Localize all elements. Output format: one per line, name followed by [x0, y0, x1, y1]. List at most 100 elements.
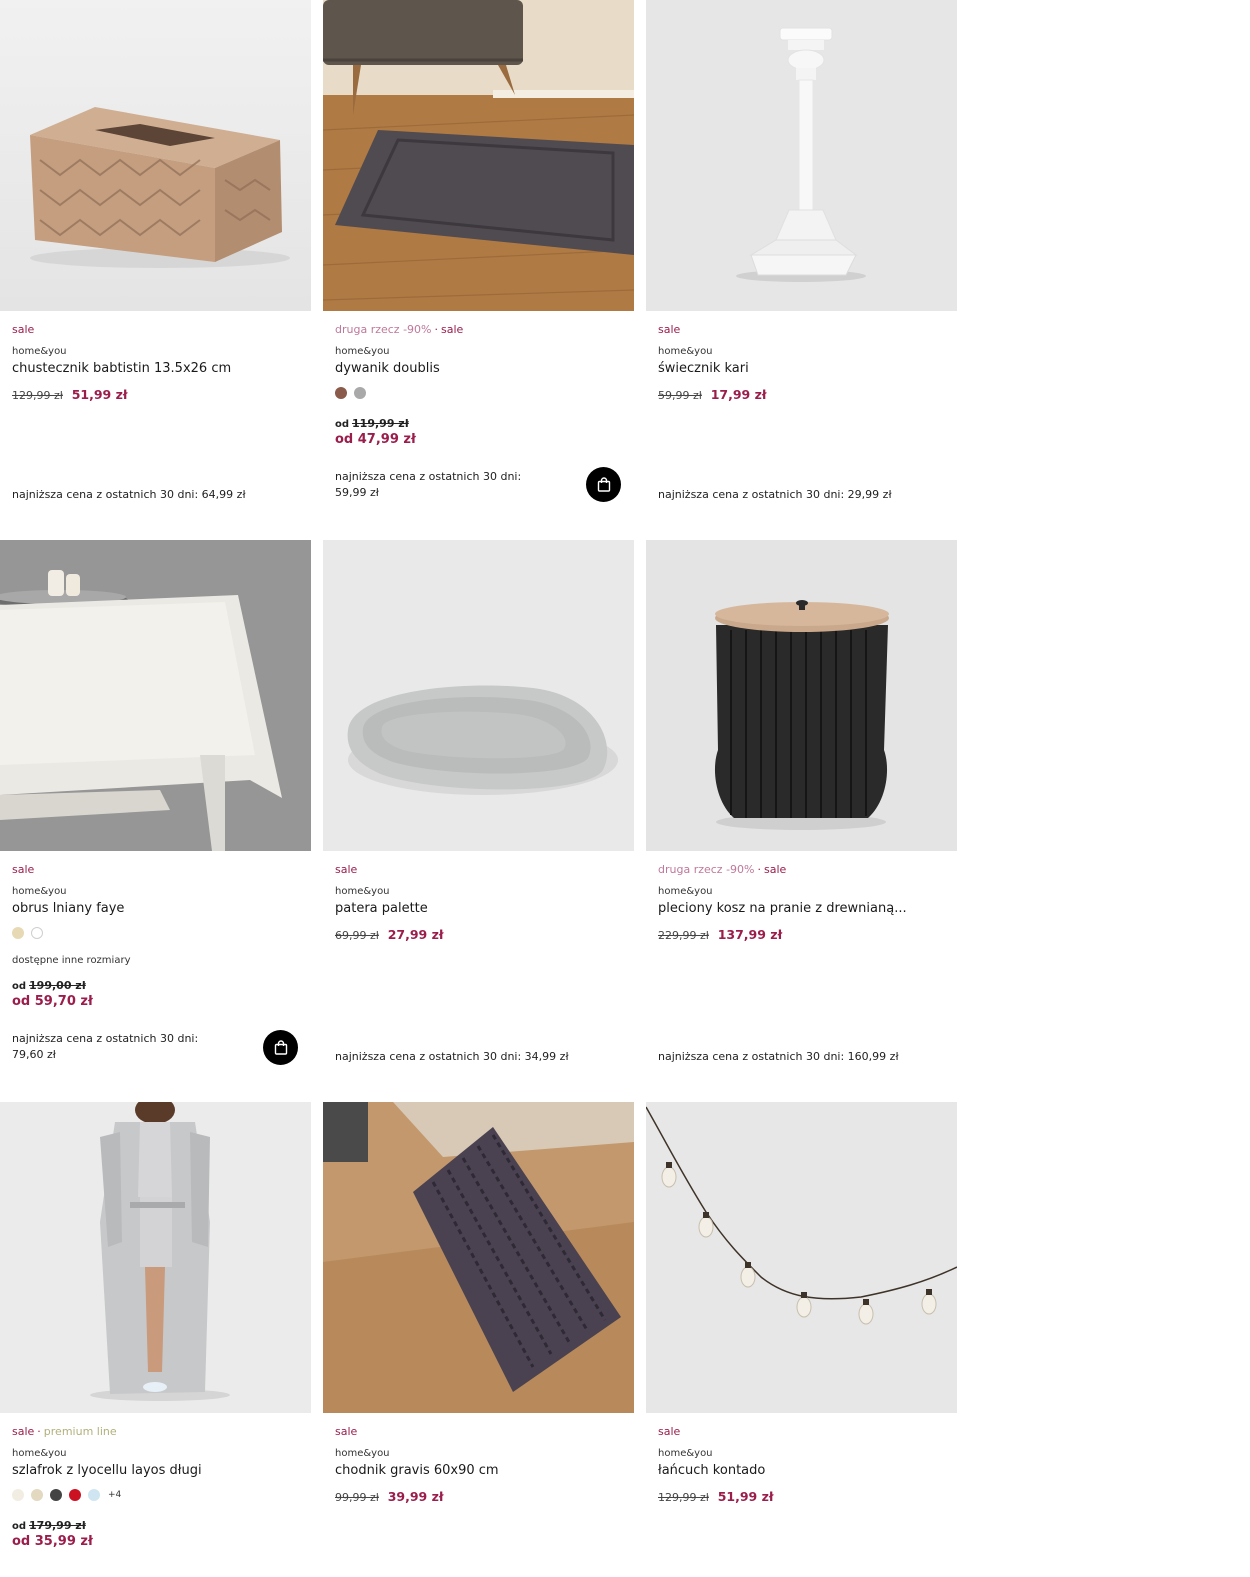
product-image[interactable]	[0, 1102, 311, 1413]
sale-price: 17,99 zł	[710, 387, 767, 402]
product-brand: home&you	[658, 1448, 713, 1459]
tag-sale: sale	[658, 1425, 681, 1438]
old-price: od 179,99 zł	[12, 1519, 86, 1532]
product-card-light-chain[interactable]: sale home&you łańcuch kontado 129,99 zł …	[646, 1102, 957, 1577]
add-to-cart-button[interactable]	[263, 1030, 298, 1065]
tag-sale: sale	[658, 323, 681, 336]
color-swatches: +4	[12, 1489, 121, 1501]
old-price-value: 179,99 zł	[29, 1519, 86, 1532]
product-image[interactable]	[646, 540, 957, 851]
product-image[interactable]	[646, 1102, 957, 1413]
product-brand: home&you	[12, 886, 67, 897]
old-price: 69,99 zł	[335, 929, 379, 942]
color-swatch-beige[interactable]	[31, 1489, 43, 1501]
product-name[interactable]: łańcuch kontado	[658, 1463, 765, 1478]
color-swatch-grey[interactable]	[354, 387, 366, 399]
lowest-price-note: najniższa cena z ostatnich 30 dni: 29,99…	[658, 488, 892, 501]
lowest-price-value: 59,99 zł	[335, 486, 379, 499]
add-to-cart-button[interactable]	[586, 467, 621, 502]
old-price: od 199,00 zł	[12, 979, 86, 992]
product-name[interactable]: chodnik gravis 60x90 cm	[335, 1463, 499, 1478]
product-card-laundry-basket[interactable]: druga rzecz -90% · sale home&you pleciony …	[646, 540, 957, 1082]
old-price: 129,99 zł	[12, 389, 63, 402]
product-name[interactable]: patera palette	[335, 901, 428, 916]
from-label: od	[12, 981, 27, 992]
product-brand: home&you	[12, 346, 67, 357]
product-card-candlestick[interactable]: sale home&you świecznik kari 59,99 zł 17…	[646, 0, 957, 542]
color-swatch-white[interactable]	[31, 927, 43, 939]
product-card-tissue-box[interactable]: sale home&you chustecznik babtistin 13.5…	[0, 0, 311, 542]
product-brand: home&you	[335, 346, 390, 357]
tag-promo: druga rzecz -90%	[335, 323, 432, 336]
product-name[interactable]: chustecznik babtistin 13.5x26 cm	[12, 361, 231, 376]
shopping-bag-icon	[274, 1040, 287, 1055]
lowest-price-note: najniższa cena z ostatnich 30 dni: 64,99…	[12, 488, 246, 501]
product-tags: druga rzecz -90% · sale	[658, 863, 786, 876]
color-swatch-beige[interactable]	[12, 927, 24, 939]
color-swatches	[12, 927, 43, 939]
product-name[interactable]: szlafrok z lyocellu layos długi	[12, 1463, 202, 1478]
tag-sale: sale	[12, 1425, 35, 1438]
product-brand: home&you	[658, 886, 713, 897]
lowest-price-note: najniższa cena z ostatnich 30 dni: 160,9…	[658, 1050, 899, 1063]
product-image[interactable]	[0, 0, 311, 311]
product-image[interactable]	[646, 0, 957, 311]
product-tags: sale	[658, 1425, 680, 1438]
color-swatch-light-blue[interactable]	[88, 1489, 100, 1501]
product-name[interactable]: pleciony kosz na pranie z drewnianą...	[658, 901, 907, 916]
product-price: 59,99 zł 17,99 zł	[658, 387, 767, 402]
product-price: 99,99 zł 39,99 zł	[335, 1489, 444, 1504]
tag-sale: sale	[441, 323, 464, 336]
lowest-price-note: najniższa cena z ostatnich 30 dni: 59,99…	[335, 469, 521, 501]
product-tags: sale	[12, 323, 34, 336]
color-swatch-red[interactable]	[69, 1489, 81, 1501]
product-card-bathrobe[interactable]: sale · premium line home&you szlafrok z ly…	[0, 1102, 311, 1577]
tag-sale: sale	[335, 863, 358, 876]
product-image[interactable]	[323, 540, 634, 851]
product-name[interactable]: dywanik doublis	[335, 361, 440, 376]
product-tags: sale · premium line	[12, 1425, 117, 1438]
product-card-runner[interactable]: sale home&you chodnik gravis 60x90 cm 99…	[323, 1102, 634, 1577]
tag-separator: ·	[37, 1425, 41, 1438]
product-card-bath-mat[interactable]: druga rzecz -90% · sale home&you dywanik d…	[323, 0, 634, 542]
tag-separator: ·	[757, 863, 762, 876]
more-colors-count[interactable]: +4	[108, 1490, 121, 1500]
product-brand: home&you	[335, 886, 390, 897]
tag-sale: sale	[764, 863, 787, 876]
product-tags: sale	[658, 323, 680, 336]
lowest-price-label: najniższa cena z ostatnich 30 dni:	[335, 470, 522, 483]
product-card-platter[interactable]: sale home&you patera palette 69,99 zł 27…	[323, 540, 634, 1082]
product-name[interactable]: obrus lniany faye	[12, 901, 124, 916]
product-tags: sale	[335, 863, 357, 876]
product-image[interactable]	[0, 540, 311, 851]
old-price: 129,99 zł	[658, 1491, 709, 1504]
sale-price: 51,99 zł	[717, 1489, 774, 1504]
sale-price: 27,99 zł	[387, 927, 444, 942]
product-price: 129,99 zł 51,99 zł	[12, 387, 128, 402]
color-swatch-graphite[interactable]	[50, 1489, 62, 1501]
tag-sale: sale	[12, 863, 35, 876]
old-price: 99,99 zł	[335, 1491, 379, 1504]
product-image[interactable]	[323, 0, 634, 311]
product-brand: home&you	[658, 346, 713, 357]
old-price: 59,99 zł	[658, 389, 702, 402]
old-price: 229,99 zł	[658, 929, 709, 942]
sale-price: 51,99 zł	[71, 387, 128, 402]
color-swatch-cream[interactable]	[12, 1489, 24, 1501]
sale-price: od 47,99 zł	[335, 432, 416, 447]
product-image[interactable]	[323, 1102, 634, 1413]
product-brand: home&you	[335, 1448, 390, 1459]
color-swatch-brown[interactable]	[335, 387, 347, 399]
product-card-tablecloth[interactable]: sale home&you obrus lniany faye dostępne…	[0, 540, 311, 1082]
product-name[interactable]: świecznik kari	[658, 361, 749, 376]
product-price: 69,99 zł 27,99 zł	[335, 927, 444, 942]
product-tags: sale	[12, 863, 34, 876]
product-brand: home&you	[12, 1448, 67, 1459]
lowest-price-label: najniższa cena z ostatnich 30 dni:	[12, 1032, 199, 1045]
color-swatches	[335, 387, 366, 399]
product-price: 229,99 zł 137,99 zł	[658, 927, 782, 942]
product-price: 129,99 zł 51,99 zł	[658, 1489, 774, 1504]
tag-premium-line: premium line	[43, 1425, 117, 1438]
shopping-bag-icon	[597, 477, 610, 492]
tag-sale: sale	[335, 1425, 358, 1438]
